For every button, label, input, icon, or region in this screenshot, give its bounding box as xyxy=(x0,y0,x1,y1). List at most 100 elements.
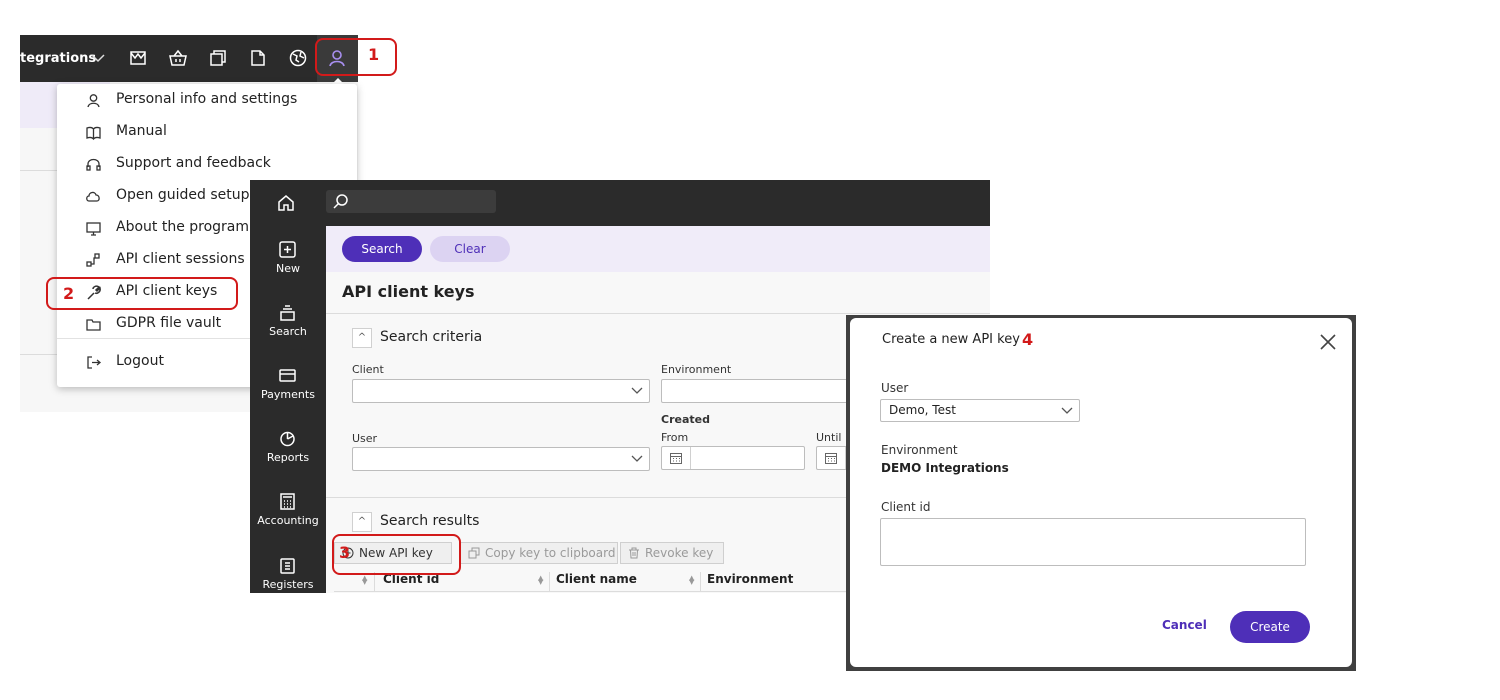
chevron-down-icon xyxy=(631,384,643,396)
app-header-bar xyxy=(250,180,990,226)
calendar-icon[interactable] xyxy=(662,447,691,469)
calendar-icon[interactable] xyxy=(817,447,846,469)
menu-item-label: Support and feedback xyxy=(116,155,271,171)
annotation-box-step-1 xyxy=(315,38,397,76)
page-title: API client keys xyxy=(342,282,475,301)
column-header-environment[interactable]: Environment xyxy=(707,572,793,586)
divider xyxy=(326,313,990,314)
environment-label: Environment xyxy=(661,363,732,376)
headset-icon xyxy=(85,156,102,173)
cancel-button[interactable]: Cancel xyxy=(1162,618,1207,632)
clear-button[interactable]: Clear xyxy=(430,236,510,262)
annotation-box-step-3 xyxy=(332,534,461,575)
sidebar-item-accounting[interactable]: Accounting xyxy=(250,492,326,552)
search-results-title: Search results xyxy=(380,513,480,529)
chevron-down-icon xyxy=(631,452,643,464)
sort-icon[interactable]: ▲ ▼ xyxy=(689,575,694,586)
until-label: Until xyxy=(816,431,842,444)
search-button[interactable]: Search xyxy=(342,236,422,262)
basket-icon[interactable] xyxy=(167,47,189,69)
global-search-input[interactable] xyxy=(326,190,496,213)
sort-icon[interactable]: ▲ ▼ xyxy=(362,575,367,586)
monitor-icon xyxy=(85,220,102,237)
collapse-toggle-search-results[interactable]: ^ xyxy=(352,512,372,532)
annotation-number-1: 1 xyxy=(368,45,380,64)
environment-label: Environment xyxy=(881,443,958,457)
sidebar-item-reports[interactable]: Reports xyxy=(250,429,326,489)
card-icon xyxy=(278,366,297,385)
menu-item-label: GDPR file vault xyxy=(116,315,222,331)
user-select-value: Demo, Test xyxy=(889,403,956,417)
logout-icon xyxy=(85,354,102,371)
close-icon[interactable] xyxy=(1319,333,1337,351)
action-bar: Search Clear xyxy=(326,226,990,272)
revoke-key-button[interactable]: Revoke key xyxy=(620,542,724,564)
menu-item-label: Manual xyxy=(116,123,167,139)
user-label: User xyxy=(881,381,909,395)
column-header-client-name[interactable]: Client name xyxy=(556,572,637,586)
book-icon xyxy=(85,124,102,141)
environment-selector[interactable]: tegrations xyxy=(20,35,96,82)
client-select[interactable] xyxy=(352,379,650,403)
plus-square-icon xyxy=(278,240,297,259)
menu-item-label: Logout xyxy=(116,353,164,369)
column-divider xyxy=(700,572,701,592)
stack-icon xyxy=(278,303,297,322)
network-icon xyxy=(85,252,102,269)
menu-item-label: Personal info and settings xyxy=(116,91,298,107)
create-button[interactable]: Create xyxy=(1230,611,1310,643)
document-icon[interactable] xyxy=(247,47,269,69)
calculator-icon xyxy=(278,492,297,511)
created-from-input[interactable] xyxy=(661,446,805,470)
inbox-icon[interactable] xyxy=(127,47,149,69)
menu-item-support[interactable]: Support and feedback xyxy=(57,148,357,180)
pie-chart-icon xyxy=(278,429,297,448)
user-select[interactable] xyxy=(352,447,650,471)
menu-item-label: Open guided setup xyxy=(116,187,250,203)
user-icon xyxy=(85,92,102,109)
chevron-down-icon[interactable] xyxy=(87,47,109,69)
cloud-icon xyxy=(85,188,102,205)
sidebar-item-label: Payments xyxy=(261,388,315,401)
annotation-box-step-2 xyxy=(46,277,238,310)
globe-icon[interactable] xyxy=(287,47,309,69)
user-label: User xyxy=(352,432,378,445)
sidebar-item-label: Accounting xyxy=(257,514,319,527)
collapse-toggle-search-criteria[interactable]: ^ xyxy=(352,328,372,348)
created-label: Created xyxy=(661,413,710,426)
user-select[interactable]: Demo, Test xyxy=(880,399,1080,422)
column-divider xyxy=(374,572,375,592)
button-label: Copy key to clipboard xyxy=(485,546,616,560)
dialog-title: Create a new API key xyxy=(882,332,1020,347)
environment-label: tegrations xyxy=(20,51,97,66)
sort-icon[interactable]: ▲ ▼ xyxy=(538,575,543,586)
client-label: Client xyxy=(352,363,384,376)
copy-icon[interactable] xyxy=(207,47,229,69)
create-api-key-dialog: Create a new API key User Demo, Test Env… xyxy=(850,318,1352,667)
sidebar-item-label: Search xyxy=(269,325,307,338)
menu-item-personal-info[interactable]: Personal info and settings xyxy=(57,84,357,116)
menu-item-manual[interactable]: Manual xyxy=(57,116,357,148)
annotation-number-3: 3 xyxy=(339,543,351,562)
chevron-down-icon xyxy=(1061,404,1073,416)
sidebar-item-search[interactable]: Search xyxy=(250,303,326,363)
left-sidebar: New Search Payments Reports Accounting R… xyxy=(250,226,326,593)
search-criteria-title: Search criteria xyxy=(380,329,483,345)
menu-item-label: About the program xyxy=(116,219,250,235)
sidebar-item-payments[interactable]: Payments xyxy=(250,366,326,426)
sidebar-item-registers[interactable]: Registers xyxy=(250,556,326,593)
client-id-input[interactable] xyxy=(880,518,1306,566)
annotation-number-4: 4 xyxy=(1022,330,1034,349)
column-divider xyxy=(549,572,550,592)
annotation-number-2: 2 xyxy=(63,284,75,303)
sidebar-item-label: New xyxy=(276,262,300,275)
home-icon[interactable] xyxy=(276,193,296,213)
search-icon xyxy=(332,193,349,210)
environment-value: DEMO Integrations xyxy=(881,461,1009,475)
environment-select[interactable] xyxy=(661,379,863,403)
sidebar-item-new[interactable]: New xyxy=(250,240,326,300)
copy-key-button[interactable]: Copy key to clipboard xyxy=(460,542,618,564)
client-id-label: Client id xyxy=(881,500,931,514)
sidebar-item-label: Registers xyxy=(262,578,314,591)
clipboard-icon xyxy=(278,556,297,575)
